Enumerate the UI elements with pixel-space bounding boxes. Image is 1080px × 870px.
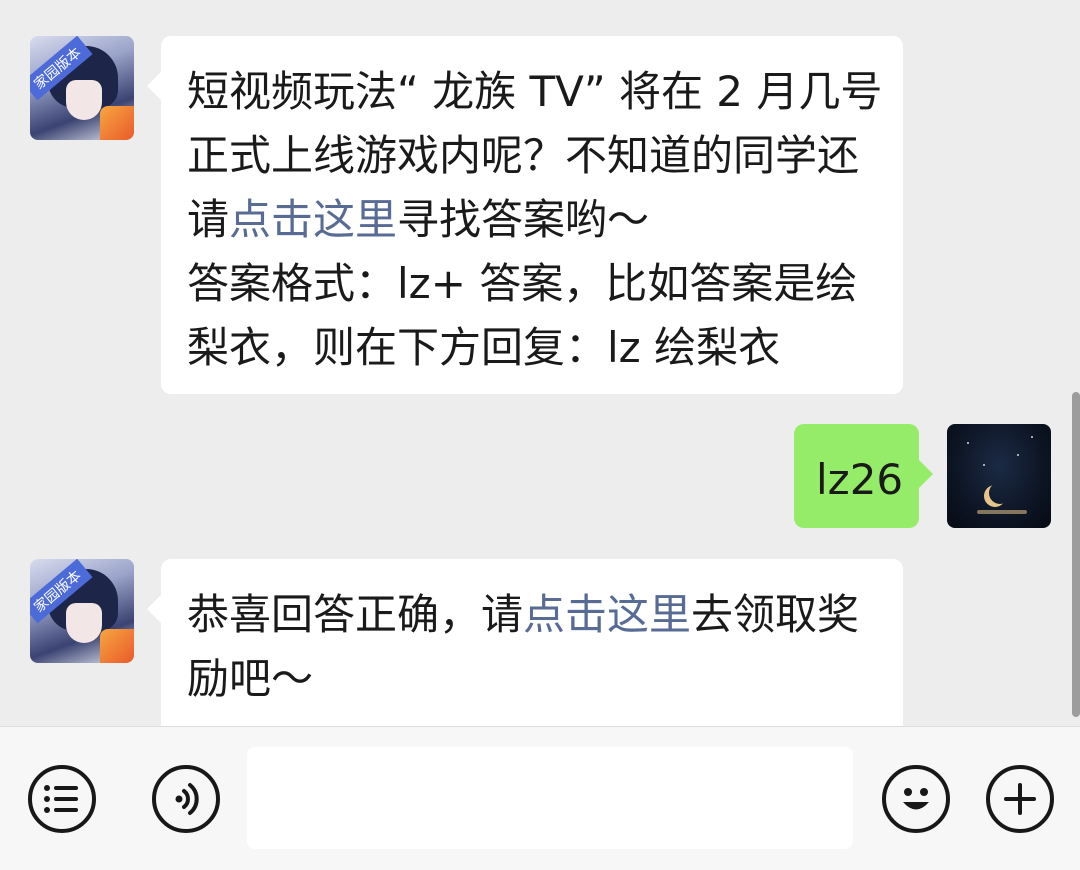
- plus-button[interactable]: [986, 765, 1054, 833]
- message-line: 答案格式：lz+ 答案，比如答案是绘: [187, 259, 858, 308]
- list-button[interactable]: [28, 765, 96, 833]
- scrollbar[interactable]: [1072, 392, 1080, 717]
- message-line: 请点击这里寻找答案哟～: [187, 188, 877, 252]
- voice-icon: [175, 783, 199, 815]
- message-line: 短视频玩法“ 龙族 TV” 将在 2 月几号: [187, 67, 883, 116]
- avatar-ground: [977, 510, 1027, 514]
- message-line: 正式上线游戏内呢？不知道的同学还: [187, 131, 860, 180]
- click-here-link[interactable]: 点击这里: [523, 590, 691, 639]
- message-bubble-bot[interactable]: 恭喜回答正确，请点击这里去领取奖 励吧～: [147, 559, 903, 726]
- chat-area[interactable]: 家园版本 短视频玩法“ 龙族 TV” 将在 2 月几号 正式上线游戏内呢？不知道…: [0, 0, 1080, 726]
- bot-avatar[interactable]: 家园版本: [30, 36, 134, 140]
- list-icon: [44, 785, 78, 813]
- click-here-link[interactable]: 点击这里: [229, 195, 397, 244]
- message-line: 梨衣，则在下方回复：lz 绘梨衣: [187, 323, 781, 372]
- user-avatar[interactable]: [947, 424, 1051, 528]
- emoji-icon: [903, 788, 929, 810]
- voice-button[interactable]: [152, 765, 220, 833]
- message-text: 去领取奖: [691, 590, 860, 639]
- star-icon: [1031, 436, 1033, 438]
- message-line: 恭喜回答正确，请点击这里去领取奖: [187, 583, 877, 647]
- message-bubble-bot[interactable]: 短视频玩法“ 龙族 TV” 将在 2 月几号 正式上线游戏内呢？不知道的同学还 …: [147, 36, 903, 394]
- message-text: 寻找答案哟～: [397, 195, 650, 244]
- star-icon: [967, 442, 969, 444]
- message-input[interactable]: [247, 747, 853, 849]
- plus-icon: [1004, 783, 1036, 815]
- star-icon: [1017, 454, 1019, 456]
- avatar-corner-logo: [100, 106, 134, 140]
- message-bubble-self[interactable]: lz26: [794, 424, 933, 528]
- star-icon: [983, 464, 985, 466]
- emoji-button[interactable]: [882, 765, 950, 833]
- moon-icon: [989, 482, 1011, 504]
- input-bar: [0, 726, 1080, 870]
- bot-avatar[interactable]: 家园版本: [30, 559, 134, 663]
- avatar-face: [66, 603, 102, 643]
- avatar-face: [66, 80, 102, 120]
- message-text: 请: [187, 195, 230, 244]
- avatar-corner-logo: [100, 629, 134, 663]
- message-line: lz26: [816, 455, 904, 504]
- message-text: 恭喜回答正确，请: [187, 590, 524, 639]
- message-line: 励吧～: [187, 654, 314, 703]
